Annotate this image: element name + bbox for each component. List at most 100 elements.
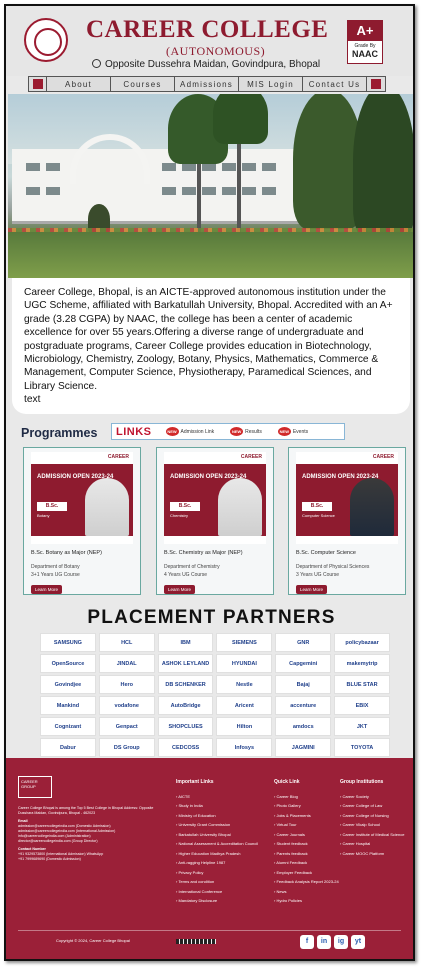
footer-column-heading: Important Links [176,779,214,785]
poster-photo [350,478,394,536]
footer-link[interactable]: Study in India [176,801,258,811]
programme-card-computer-science[interactable]: CAREER ADMISSION OPEN 2023-24 B.Sc. Comp… [288,447,406,595]
footer-link[interactable]: News [274,887,339,897]
links-title: LINKS [116,425,152,438]
partner-logo: Genpact [98,717,155,736]
footer-link[interactable]: Anti-ragging Helpline 1987 [176,858,258,868]
partner-logo: TOYOTA [334,738,390,757]
partner-logo: AutoBridge [157,696,214,715]
nav-courses[interactable]: Courses [111,77,175,91]
link-results[interactable]: NEW Results [230,427,262,436]
address-text: Opposite Dussehra Maidan, Govindpura, Bh… [105,59,321,70]
partner-logo: OpenSource [40,654,96,673]
partner-logo: Hilton [216,717,273,736]
footer-link[interactable]: Alumni Feedback [274,858,339,868]
naac-badge: A+ Grade By NAAC [347,20,383,64]
college-title: CAREER COLLEGE [86,16,329,43]
footer-link[interactable]: Career Hospital [340,839,404,849]
footer-link[interactable]: Career Institute of Medical Science [340,830,404,840]
footer-link[interactable]: Ministry of Education [176,811,258,821]
programme-duration: 3 Years UG Course [296,572,340,578]
footer-link[interactable]: Mandatory Disclosure [176,896,258,906]
programme-duration: 3+1 Years UG Course [31,572,80,578]
footer-link[interactable]: National Assessment & Accreditation Coun… [176,839,258,849]
footer-link[interactable]: Parents feedback [274,849,339,859]
footer-link[interactable]: Terms and condition [176,877,258,887]
partner-logo: amdocs [275,717,332,736]
partner-logo: DB SCHENKER [157,675,214,694]
partner-logo: EBIX [334,696,390,715]
about-text: Career College, Bhopal, is an AICTE-appr… [24,287,393,392]
partner-logo: IBM [157,633,214,652]
footer-link[interactable]: Barkatullah University Bhopal [176,830,258,840]
linkedin-icon[interactable]: in [317,935,331,949]
menu-icon[interactable] [367,77,385,91]
site-footer: CAREER GROUP Career College Bhopal is am… [6,758,413,959]
link-events[interactable]: NEW Events [277,427,308,436]
learn-more-button[interactable]: Learn More [164,585,196,594]
new-badge: NEW [165,427,179,436]
footer-link[interactable]: International Conference [176,887,258,897]
programme-poster: CAREER ADMISSION OPEN 2023-24 B.Sc. Comp… [296,452,398,544]
footer-link[interactable]: Virtual Tour [274,820,339,830]
footer-divider [18,930,401,931]
programme-dept: Department of Physical Sciences [296,564,370,570]
partner-logo: Mankind [40,696,96,715]
learn-more-button[interactable]: Learn More [296,585,328,594]
footer-copyright: Copyright © 2024, Career College Bhopal [56,938,130,943]
footer-link[interactable]: Career Vikalp School [340,820,404,830]
nav-contact-us[interactable]: Contact Us [303,77,367,91]
footer-link[interactable]: Career Society [340,792,404,802]
footer-link[interactable]: Career MOOC Platform [340,849,404,859]
footer-badge [176,939,216,944]
partner-logo: SAMSUNG [40,633,96,652]
footer-link[interactable]: Jobs & Placements [274,811,339,821]
programme-card-botany[interactable]: CAREER ADMISSION OPEN 2023-24 B.Sc. Bota… [23,447,141,595]
college-logo[interactable] [24,18,68,62]
nav-admissions[interactable]: Admissions [175,77,239,91]
partner-logo: Aricent [216,696,273,715]
footer-column-heading: Group Institutions [340,779,384,785]
footer-link[interactable]: Feedback Analysis Report 2023-24 [274,877,338,887]
home-icon[interactable] [29,77,47,91]
programme-name: B.Sc. Computer Science [296,550,356,556]
programme-dept: Department of Chemistry [164,564,220,570]
partner-logo: JINDAL [98,654,155,673]
hero-lawn [8,232,413,278]
footer-link[interactable]: Career Blog [274,792,339,802]
footer-link[interactable]: Photo Gallery [274,801,339,811]
nav-mis-login[interactable]: MIS Login [239,77,303,91]
footer-link[interactable]: Career College of Nursing [340,811,404,821]
partner-logo-grid: SAMSUNG HCL IBM SIEMENS GNR policybazaar OpenS… [40,633,390,757]
nav-about[interactable]: About [47,77,111,91]
partner-logo: accenture [275,696,332,715]
footer-link[interactable]: Privacy Policy [176,868,258,878]
footer-link[interactable]: University Grant Commission [176,820,258,830]
instagram-icon[interactable]: ig [334,935,348,949]
campus-hero-image [8,94,413,278]
partner-logo: JAGMINI [275,738,332,757]
placement-partners-title: PLACEMENT PARTNERS [87,607,336,628]
facebook-icon[interactable]: f [300,935,314,949]
naac-org: NAAC [352,49,378,59]
footer-link[interactable]: Higher Education Madhya Pradesh [176,849,258,859]
footer-logo[interactable]: CAREER GROUP [18,776,52,798]
partner-logo: HCL [98,633,155,652]
programme-card-chemistry[interactable]: CAREER ADMISSION OPEN 2023-24 B.Sc. Chem… [156,447,274,595]
footer-about: Career College Bhopal is among the Top 5… [18,806,154,861]
footer-link[interactable]: Employer Feedback [274,868,339,878]
footer-quick-links: Quick Link Career BlogPhoto GalleryJobs &… [274,778,339,906]
partner-logo: Cognizant [40,717,96,736]
youtube-icon[interactable]: yt [351,935,365,949]
programme-poster: CAREER ADMISSION OPEN 2023-24 B.Sc. Chem… [164,452,266,544]
partner-logo: Govindjee [40,675,96,694]
link-admission[interactable]: NEW Admission Link [165,427,214,436]
partner-logo: DS Group [98,738,155,757]
learn-more-button[interactable]: Learn More [31,585,63,594]
footer-link[interactable]: Career Journals [274,830,339,840]
footer-link[interactable]: Student feedback [274,839,339,849]
new-badge: NEW [230,427,244,436]
footer-link[interactable]: Hydro Policies [274,896,339,906]
footer-link[interactable]: AICTE [176,792,258,802]
footer-link[interactable]: Career College of Law [340,801,404,811]
